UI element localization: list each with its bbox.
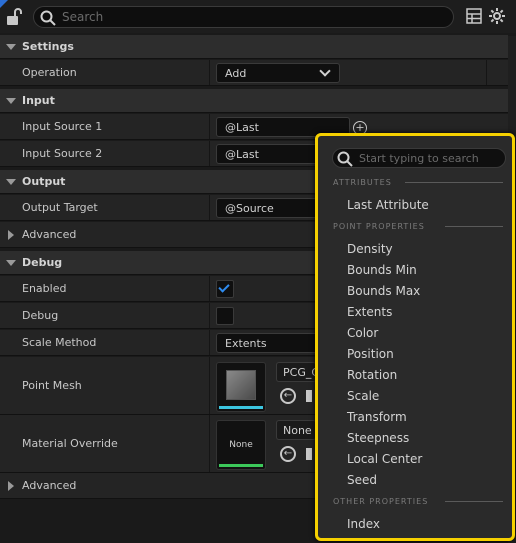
menu-item-color[interactable]: Color bbox=[347, 326, 378, 340]
expand-arrow-icon bbox=[6, 179, 16, 185]
asset-type-bar bbox=[219, 464, 263, 467]
menu-item-seed[interactable]: Seed bbox=[347, 473, 377, 487]
expand-arrow-icon bbox=[6, 98, 16, 104]
field-value: @Source bbox=[225, 202, 274, 215]
menu-item-position[interactable]: Position bbox=[347, 347, 394, 361]
row-label: Point Mesh bbox=[22, 379, 82, 392]
collapsed-arrow-icon bbox=[8, 230, 14, 240]
thumbnail-none-label: None bbox=[229, 440, 253, 450]
browse-icon[interactable] bbox=[306, 448, 312, 460]
point-mesh-thumbnail[interactable] bbox=[216, 362, 266, 412]
menu-item-steepness[interactable]: Steepness bbox=[347, 431, 409, 445]
details-toolbar: Search bbox=[0, 0, 516, 33]
search-icon bbox=[40, 10, 56, 26]
material-picker[interactable]: None bbox=[276, 420, 316, 440]
section-attributes: ATTRIBUTES bbox=[333, 178, 513, 187]
menu-item-bounds-min[interactable]: Bounds Min bbox=[347, 263, 417, 277]
row-label: Input Source 1 bbox=[22, 120, 103, 133]
advanced-label: Advanced bbox=[22, 228, 77, 241]
field-value: @Last bbox=[225, 121, 259, 134]
asset-type-bar bbox=[219, 406, 263, 409]
menu-item-extents[interactable]: Extents bbox=[347, 305, 392, 319]
field-value: @Last bbox=[225, 148, 259, 161]
attribute-selector-popup: Start typing to search ATTRIBUTES Last A… bbox=[315, 133, 515, 541]
use-selected-arrow-icon[interactable]: ← bbox=[280, 446, 296, 462]
menu-item-density[interactable]: Density bbox=[347, 242, 393, 256]
menu-item-index[interactable]: Index bbox=[347, 517, 380, 531]
row-label: Operation bbox=[22, 66, 77, 79]
section-label: ATTRIBUTES bbox=[333, 178, 392, 187]
menu-item-bounds-max[interactable]: Bounds Max bbox=[347, 284, 420, 298]
chevron-down-icon bbox=[319, 65, 331, 77]
category-settings[interactable]: Settings bbox=[0, 35, 508, 59]
row-operation: Operation Add bbox=[0, 60, 508, 86]
menu-item-rotation[interactable]: Rotation bbox=[347, 368, 397, 382]
dropdown-value: Add bbox=[225, 67, 247, 80]
row-label: Output Target bbox=[22, 201, 98, 214]
category-label: Debug bbox=[22, 256, 63, 269]
category-label: Output bbox=[22, 175, 66, 188]
popup-search-input[interactable]: Start typing to search bbox=[332, 148, 506, 168]
checkmark-icon bbox=[218, 281, 230, 293]
menu-item-local-center[interactable]: Local Center bbox=[347, 452, 422, 466]
row-label: Scale Method bbox=[22, 336, 97, 349]
expand-arrow-icon bbox=[6, 44, 16, 50]
advanced-label: Advanced bbox=[22, 479, 77, 492]
section-label: POINT PROPERTIES bbox=[333, 222, 425, 231]
enabled-checkbox[interactable] bbox=[216, 280, 234, 298]
category-input[interactable]: Input bbox=[0, 89, 508, 113]
row-label: Material Override bbox=[22, 437, 118, 450]
unlock-icon[interactable] bbox=[6, 8, 22, 26]
menu-item-last-attribute[interactable]: Last Attribute bbox=[347, 198, 429, 212]
material-thumbnail[interactable]: None bbox=[216, 420, 266, 470]
collapsed-arrow-icon bbox=[8, 481, 14, 491]
section-point-properties: POINT PROPERTIES bbox=[333, 222, 513, 231]
search-input[interactable]: Search bbox=[33, 6, 454, 28]
scale-method-dropdown[interactable]: Extents bbox=[216, 333, 326, 353]
search-placeholder: Search bbox=[62, 10, 104, 24]
operation-dropdown[interactable]: Add bbox=[216, 63, 340, 83]
row-label: Debug bbox=[22, 309, 59, 322]
category-label: Input bbox=[22, 94, 55, 107]
asset-value: PCG_C bbox=[283, 366, 317, 379]
menu-item-scale[interactable]: Scale bbox=[347, 389, 379, 403]
gear-icon[interactable] bbox=[489, 8, 505, 24]
use-selected-arrow-icon[interactable]: ← bbox=[280, 388, 296, 404]
section-label: OTHER PROPERTIES bbox=[333, 497, 429, 506]
search-icon bbox=[337, 151, 353, 167]
section-other-properties: OTHER PROPERTIES bbox=[333, 497, 513, 506]
menu-item-transform[interactable]: Transform bbox=[347, 410, 407, 424]
asset-value: None bbox=[283, 424, 312, 437]
cube-mesh-icon bbox=[226, 370, 256, 400]
browse-icon[interactable] bbox=[306, 390, 312, 402]
category-label: Settings bbox=[22, 40, 74, 53]
debug-checkbox[interactable] bbox=[216, 307, 234, 325]
point-mesh-picker[interactable]: PCG_C bbox=[276, 362, 317, 382]
selection-marker bbox=[0, 0, 8, 8]
expand-arrow-icon bbox=[6, 260, 16, 266]
dropdown-value: Extents bbox=[225, 337, 267, 350]
row-label: Enabled bbox=[22, 282, 67, 295]
search-placeholder: Start typing to search bbox=[359, 152, 479, 165]
table-view-icon[interactable] bbox=[466, 8, 482, 24]
row-label: Input Source 2 bbox=[22, 147, 103, 160]
